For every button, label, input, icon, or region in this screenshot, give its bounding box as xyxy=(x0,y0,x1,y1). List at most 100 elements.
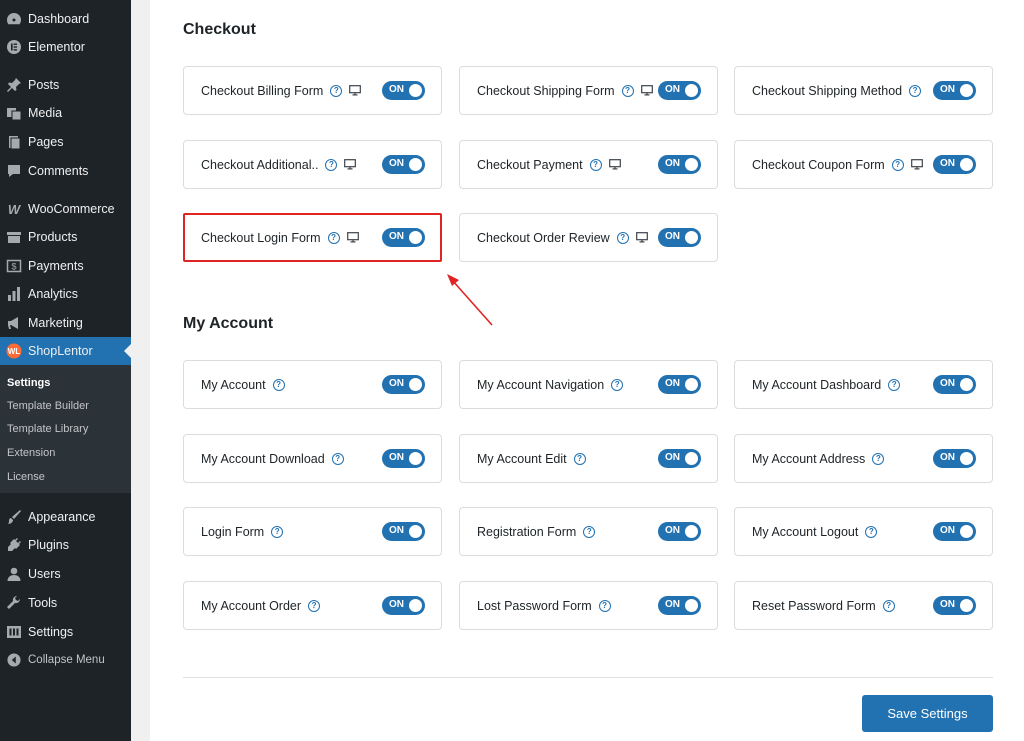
save-settings-button[interactable]: Save Settings xyxy=(862,695,993,732)
woocommerce-icon: W xyxy=(7,201,21,217)
svg-text:$: $ xyxy=(11,262,16,272)
checkout-section-title: Checkout xyxy=(183,21,256,38)
enable-toggle[interactable]: ON xyxy=(933,522,976,541)
enable-toggle[interactable]: ON xyxy=(658,522,701,541)
help-icon[interactable]: ? xyxy=(891,158,904,171)
enable-toggle[interactable]: ON xyxy=(382,596,425,615)
shoplentor-icon: WL xyxy=(5,342,23,360)
sidebar-item-label: WooCommerce xyxy=(28,202,115,216)
sidebar-item-payments[interactable]: $ Payments xyxy=(0,252,131,280)
widget-label: Checkout Payment xyxy=(477,157,583,172)
divider xyxy=(183,677,993,678)
help-icon[interactable]: ? xyxy=(909,84,922,97)
enable-toggle[interactable]: ON xyxy=(658,596,701,615)
sidebar-item-woocommerce[interactable]: W WooCommerce xyxy=(0,195,131,223)
sidebar-item-pages[interactable]: Pages xyxy=(0,128,131,156)
enable-toggle[interactable]: ON xyxy=(658,449,701,468)
sidebar-item-label: Appearance xyxy=(28,510,96,524)
help-icon[interactable]: ? xyxy=(308,599,321,612)
enable-toggle[interactable]: ON xyxy=(933,375,976,394)
enable-toggle[interactable]: ON xyxy=(933,449,976,468)
enable-toggle[interactable]: ON xyxy=(382,155,425,174)
toggle-state-label: ON xyxy=(940,599,955,610)
sidebar-item-posts[interactable]: Posts xyxy=(0,71,131,99)
help-icon[interactable]: ? xyxy=(616,231,629,244)
sidebar-item-analytics[interactable]: Analytics xyxy=(0,280,131,308)
sidebar-item-dashboard[interactable]: Dashboard xyxy=(0,5,131,33)
monitor-icon[interactable] xyxy=(346,232,359,243)
toggle-knob xyxy=(960,84,973,97)
enable-toggle[interactable]: ON xyxy=(658,228,701,247)
widget-card-checkout-coupon-form: Checkout Coupon Form? ON xyxy=(734,140,993,189)
help-icon[interactable]: ? xyxy=(882,599,895,612)
widget-label: My Account Address xyxy=(752,451,866,466)
sidebar-item-comments[interactable]: Comments xyxy=(0,157,131,185)
help-icon[interactable]: ? xyxy=(325,158,338,171)
help-icon[interactable]: ? xyxy=(583,525,596,538)
monitor-icon[interactable] xyxy=(640,85,653,96)
enable-toggle[interactable]: ON xyxy=(933,596,976,615)
help-icon[interactable]: ? xyxy=(621,84,634,97)
sidebar-item-products[interactable]: Products xyxy=(0,223,131,251)
enable-toggle[interactable]: ON xyxy=(933,155,976,174)
sidebar-item-shoplentor[interactable]: WL ShopLentor xyxy=(0,337,131,365)
widget-card-lost-password-form: Lost Password Form? ON xyxy=(459,581,718,630)
monitor-icon[interactable] xyxy=(349,85,362,96)
brush-icon xyxy=(5,508,23,526)
sidebar-item-elementor[interactable]: Elementor xyxy=(0,33,131,61)
submenu-item-template-builder[interactable]: Template Builder xyxy=(7,400,89,412)
widget-card-registration-form: Registration Form? ON xyxy=(459,507,718,556)
monitor-icon[interactable] xyxy=(635,232,648,243)
help-icon[interactable]: ? xyxy=(327,231,340,244)
sidebar-item-appearance[interactable]: Appearance xyxy=(0,503,131,531)
sidebar-item-label: Elementor xyxy=(28,40,85,54)
enable-toggle[interactable]: ON xyxy=(382,228,425,247)
sidebar-item-plugins[interactable]: Plugins xyxy=(0,531,131,559)
submenu-item-template-library[interactable]: Template Library xyxy=(7,423,88,435)
submenu-item-extension[interactable]: Extension xyxy=(7,447,55,459)
enable-toggle[interactable]: ON xyxy=(382,81,425,100)
enable-toggle[interactable]: ON xyxy=(658,375,701,394)
help-icon[interactable]: ? xyxy=(331,452,344,465)
submenu-item-settings[interactable]: Settings xyxy=(7,377,50,389)
monitor-icon[interactable] xyxy=(608,159,621,170)
submenu-item-license[interactable]: License xyxy=(7,471,45,483)
enable-toggle[interactable]: ON xyxy=(658,155,701,174)
help-icon[interactable]: ? xyxy=(872,452,885,465)
sidebar-item-label: Media xyxy=(28,106,63,120)
collapse-menu-button[interactable]: Collapse Menu xyxy=(0,646,131,674)
enable-toggle[interactable]: ON xyxy=(658,81,701,100)
enable-toggle[interactable]: ON xyxy=(933,81,976,100)
sidebar-item-tools[interactable]: Tools xyxy=(0,589,131,617)
toggle-knob xyxy=(685,525,698,538)
enable-toggle[interactable]: ON xyxy=(382,522,425,541)
toggle-knob xyxy=(960,599,973,612)
monitor-icon[interactable] xyxy=(910,159,923,170)
settings-panel: Checkout Checkout Billing Form? ON Checkou… xyxy=(150,0,1024,741)
help-icon[interactable]: ? xyxy=(611,378,624,391)
help-icon[interactable]: ? xyxy=(271,525,284,538)
widget-label: My Account Order xyxy=(201,598,302,613)
help-icon[interactable]: ? xyxy=(589,158,602,171)
widget-label: My Account Download xyxy=(201,451,325,466)
toggle-state-label: ON xyxy=(389,231,404,242)
settings-icon xyxy=(5,623,23,641)
my-account-section-title: My Account xyxy=(183,315,274,332)
sidebar-item-settings[interactable]: Settings xyxy=(0,618,131,646)
widget-card-my-account-logout: My Account Logout? ON xyxy=(734,507,993,556)
enable-toggle[interactable]: ON xyxy=(382,449,425,468)
sidebar-item-media[interactable]: Media xyxy=(0,99,131,127)
monitor-icon[interactable] xyxy=(344,159,357,170)
help-icon[interactable]: ? xyxy=(330,84,343,97)
sidebar-item-label: Dashboard xyxy=(28,12,90,26)
help-icon[interactable]: ? xyxy=(865,525,878,538)
enable-toggle[interactable]: ON xyxy=(382,375,425,394)
help-icon[interactable]: ? xyxy=(272,378,285,391)
sidebar-item-users[interactable]: Users xyxy=(0,560,131,588)
help-icon[interactable]: ? xyxy=(598,599,611,612)
widget-label: Checkout Login Form xyxy=(201,230,321,245)
help-icon[interactable]: ? xyxy=(573,452,586,465)
help-icon[interactable]: ? xyxy=(888,378,901,391)
sidebar-item-marketing[interactable]: Marketing xyxy=(0,309,131,337)
sidebar-item-label: Products xyxy=(28,230,78,244)
